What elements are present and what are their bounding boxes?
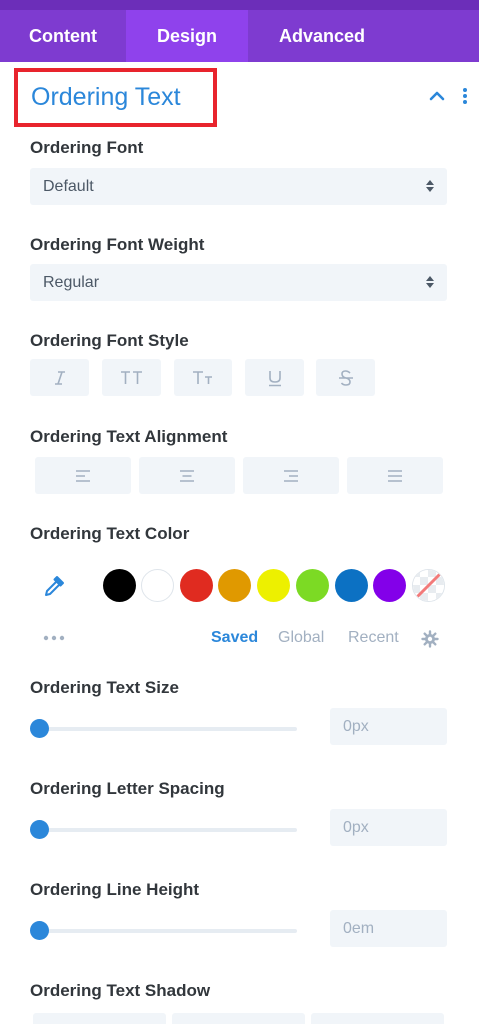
tab-content[interactable]: Content bbox=[0, 10, 126, 62]
section-header[interactable]: Ordering Text bbox=[14, 68, 217, 127]
text-size-slider-track[interactable] bbox=[39, 727, 297, 731]
text-shadow-option[interactable] bbox=[33, 1013, 166, 1024]
line-height-input[interactable]: 0em bbox=[330, 910, 447, 947]
color-swatch[interactable] bbox=[296, 569, 329, 602]
text-size-label: Ordering Text Size bbox=[30, 678, 179, 697]
eyedropper-icon[interactable] bbox=[42, 574, 66, 598]
font-weight-label: Ordering Font Weight bbox=[30, 235, 205, 254]
color-swatch[interactable] bbox=[180, 569, 213, 602]
uppercase-icon bbox=[120, 370, 142, 384]
line-height-value: 0em bbox=[343, 919, 375, 937]
text-shadow-option[interactable] bbox=[172, 1013, 305, 1024]
font-weight-select[interactable]: Regular bbox=[30, 264, 447, 301]
letter-spacing-slider-handle[interactable] bbox=[30, 820, 49, 839]
line-height-label: Ordering Line Height bbox=[30, 880, 200, 899]
font-style-label: Ordering Font Style bbox=[30, 331, 189, 350]
align-justify-button[interactable] bbox=[347, 457, 443, 494]
text-color-label: Ordering Text Color bbox=[30, 524, 190, 543]
text-shadow-label: Ordering Text Shadow bbox=[30, 981, 211, 1000]
italic-button[interactable] bbox=[30, 359, 89, 396]
palette-tab-saved[interactable]: Saved bbox=[211, 629, 258, 647]
strikethrough-button[interactable] bbox=[316, 359, 375, 396]
underline-button[interactable] bbox=[245, 359, 304, 396]
font-select[interactable]: Default bbox=[30, 168, 447, 205]
line-height-slider-handle[interactable] bbox=[30, 921, 49, 940]
select-arrows-icon bbox=[426, 180, 434, 192]
chevron-up-icon[interactable] bbox=[427, 86, 447, 106]
letter-spacing-input[interactable]: 0px bbox=[330, 809, 447, 846]
letter-spacing-slider-track[interactable] bbox=[39, 828, 297, 832]
align-center-icon bbox=[180, 469, 194, 482]
text-size-slider-handle[interactable] bbox=[30, 719, 49, 738]
alignment-label: Ordering Text Alignment bbox=[30, 427, 228, 446]
gear-icon[interactable] bbox=[421, 630, 439, 648]
line-height-slider-track[interactable] bbox=[39, 929, 297, 933]
letter-spacing-value: 0px bbox=[343, 818, 369, 836]
color-swatch[interactable] bbox=[103, 569, 136, 602]
italic-icon bbox=[54, 370, 65, 385]
text-shadow-option[interactable] bbox=[311, 1013, 444, 1024]
color-swatch[interactable] bbox=[373, 569, 406, 602]
align-justify-icon bbox=[388, 469, 402, 482]
align-right-button[interactable] bbox=[243, 457, 339, 494]
select-arrows-icon bbox=[426, 276, 434, 288]
align-right-icon bbox=[284, 469, 298, 482]
align-left-icon bbox=[76, 469, 90, 482]
palette-tab-global[interactable]: Global bbox=[278, 629, 324, 647]
capitalize-button[interactable] bbox=[174, 359, 232, 396]
color-swatch[interactable] bbox=[141, 569, 174, 602]
tab-advanced[interactable]: Advanced bbox=[248, 10, 396, 62]
color-swatch[interactable] bbox=[257, 569, 290, 602]
more-horizontal-icon[interactable] bbox=[42, 630, 68, 641]
color-swatch[interactable] bbox=[218, 569, 251, 602]
settings-tabs: Content Design Advanced bbox=[0, 0, 479, 62]
strikethrough-icon bbox=[338, 369, 353, 386]
font-weight-select-value: Regular bbox=[43, 273, 100, 291]
more-vertical-icon[interactable] bbox=[458, 86, 472, 106]
align-center-button[interactable] bbox=[139, 457, 235, 494]
font-label: Ordering Font bbox=[30, 138, 144, 157]
text-size-value: 0px bbox=[343, 717, 369, 735]
section-title: Ordering Text bbox=[31, 83, 181, 111]
no-color-icon[interactable] bbox=[412, 569, 445, 602]
text-size-input[interactable]: 0px bbox=[330, 708, 447, 745]
letter-spacing-label: Ordering Letter Spacing bbox=[30, 779, 225, 798]
tab-design[interactable]: Design bbox=[126, 10, 248, 62]
align-left-button[interactable] bbox=[35, 457, 131, 494]
color-swatch[interactable] bbox=[335, 569, 368, 602]
font-select-value: Default bbox=[43, 177, 94, 195]
underline-icon bbox=[268, 370, 281, 386]
palette-tab-recent[interactable]: Recent bbox=[348, 629, 399, 647]
uppercase-button[interactable] bbox=[102, 359, 161, 396]
capitalize-icon bbox=[193, 370, 212, 384]
